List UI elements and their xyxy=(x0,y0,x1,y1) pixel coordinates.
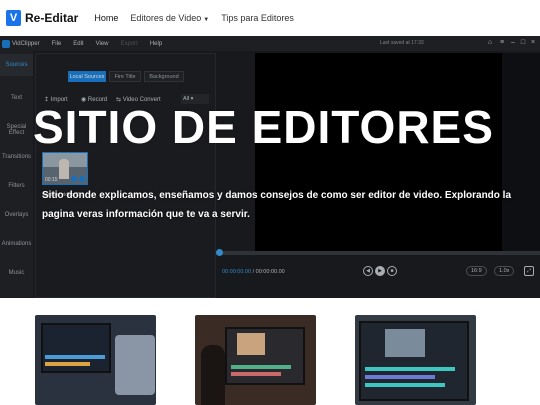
menu-help: Help xyxy=(149,40,163,47)
close-icon: × xyxy=(530,39,536,46)
thumbnail-duration: 00:15 xyxy=(45,177,58,183)
article-gallery xyxy=(0,298,540,405)
article-card-image[interactable] xyxy=(35,315,156,405)
menu-view: View xyxy=(95,40,109,47)
nav-home-link[interactable]: Home xyxy=(94,13,118,23)
home-icon: ⌂ xyxy=(487,39,493,46)
sidebar-item-sources: Sources xyxy=(0,54,33,76)
minimize-icon: – xyxy=(511,39,515,46)
site-logo-text[interactable]: Re-Editar xyxy=(25,11,78,25)
tab-local-sources: Local Sources xyxy=(68,71,106,82)
sidebar-item-special-effect: Special Effect xyxy=(6,124,27,136)
nav-tips-link[interactable]: Tips para Editores xyxy=(221,13,294,23)
app-titlebar: VidClipper File Edit View Export Help La… xyxy=(0,36,540,51)
stop-icon: ■ xyxy=(387,266,397,276)
chevron-down-icon: ▼ xyxy=(203,17,210,23)
playback-controls: 00:00:00.00 / 00:00:00.00 ◀ ▶ ■ 16:9 1.0… xyxy=(216,263,540,281)
menu-icon: ≡ xyxy=(499,39,505,46)
rewind-icon: ◀ xyxy=(363,266,373,276)
sidebar-item-overlays: Overlays xyxy=(4,212,29,218)
sidebar-item-music: Music xyxy=(8,270,25,276)
menu-file: File xyxy=(51,40,62,47)
article-card-image[interactable] xyxy=(355,315,476,405)
add-icon xyxy=(79,176,85,182)
app-logo: VidClipper xyxy=(2,39,40,48)
speed-select: 1.0x xyxy=(494,266,515,276)
site-navbar: V Re-Editar Home Editores de Video ▼ Tips… xyxy=(0,0,540,36)
sidebar-item-text: Text xyxy=(10,95,22,101)
menu-edit: Edit xyxy=(73,40,84,47)
edit-icon xyxy=(71,176,77,182)
app-logo-icon xyxy=(2,39,10,48)
maximize-icon: □ xyxy=(520,39,526,46)
media-thumbnail: 00:15 xyxy=(42,152,88,185)
hero-title: SITIO DE EDITORES xyxy=(33,101,494,153)
site-logo-icon[interactable]: V xyxy=(6,10,21,26)
playhead-icon xyxy=(216,249,223,256)
tab-fire-title: Fire Title xyxy=(109,71,141,82)
sidebar-item-animations: Animations xyxy=(1,241,32,247)
fullscreen-icon: ⤢ xyxy=(524,266,534,276)
menu-export: Export xyxy=(120,40,138,47)
sidebar-item-filters: Filters xyxy=(8,183,25,189)
last-saved-text: Last saved at 17:33 xyxy=(380,40,424,46)
sidebar-item-transitions: Transitions xyxy=(1,154,32,160)
hero-description: Sitio donde explicamos, enseñamos y damo… xyxy=(42,190,512,220)
app-sidebar: Sources Text Special Effect Transitions … xyxy=(0,51,33,298)
timecode: 00:00:00.00 / 00:00:00.00 xyxy=(222,269,285,275)
playback-progress-bar xyxy=(216,249,540,256)
app-name: VidClipper xyxy=(12,40,40,47)
hero-editor-screenshot: VidClipper File Edit View Export Help La… xyxy=(0,36,540,298)
aspect-ratio-select: 16:9 xyxy=(466,266,487,276)
nav-editores-link[interactable]: Editores de Video ▼ xyxy=(130,13,209,23)
media-library-panel: Local Sources Fire Title Background ↥ Im… xyxy=(35,53,216,298)
tab-background: Background xyxy=(144,71,184,82)
article-card-image[interactable] xyxy=(195,315,316,405)
play-icon: ▶ xyxy=(375,266,385,276)
